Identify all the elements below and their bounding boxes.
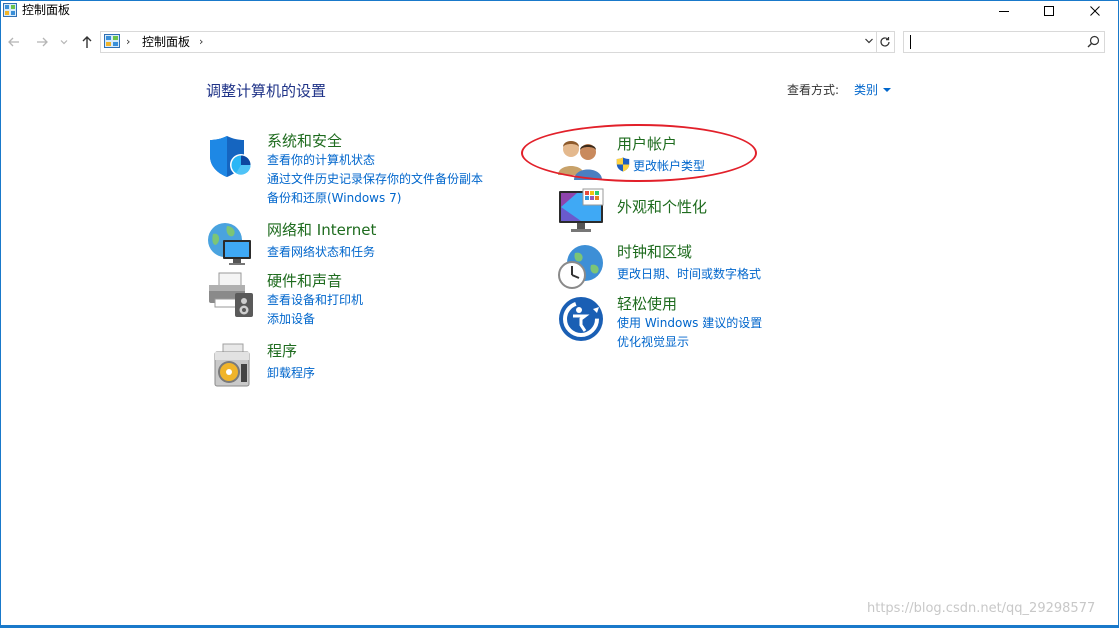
category-title-clock-region[interactable]: 时钟和区域	[617, 243, 692, 261]
chevron-down-icon	[60, 40, 68, 45]
category-title-ease-access[interactable]: 轻松使用	[617, 295, 677, 313]
title-bar: 控制面板	[1, 1, 1118, 25]
refresh-icon	[880, 37, 890, 47]
link-backup-restore[interactable]: 备份和还原(Windows 7)	[267, 190, 401, 206]
recent-locations-button[interactable]	[57, 32, 71, 52]
clock-globe-icon[interactable]	[557, 243, 605, 291]
back-button[interactable]	[4, 32, 24, 52]
minimize-icon	[999, 11, 1009, 12]
highlight-ellipse	[521, 124, 757, 182]
control-panel-icon	[3, 3, 17, 17]
link-devices-printers[interactable]: 查看设备和打印机	[267, 292, 363, 308]
ease-of-access-icon[interactable]	[557, 295, 605, 343]
back-arrow-icon	[8, 37, 19, 47]
link-windows-recommended-settings[interactable]: 使用 Windows 建议的设置	[617, 315, 762, 331]
text-caret	[910, 35, 911, 49]
window-bottom-border	[1, 625, 1118, 627]
forward-button[interactable]	[32, 32, 52, 52]
category-title-appearance[interactable]: 外观和个性化	[617, 198, 707, 216]
link-view-computer-status[interactable]: 查看你的计算机状态	[267, 152, 375, 168]
monitor-palette-icon[interactable]	[557, 187, 605, 235]
minimize-button[interactable]	[981, 1, 1027, 21]
link-uninstall-program[interactable]: 卸载程序	[267, 365, 315, 381]
search-box[interactable]	[903, 31, 1105, 53]
link-network-status[interactable]: 查看网络状态和任务	[267, 244, 375, 260]
link-change-date-time-format[interactable]: 更改日期、时间或数字格式	[617, 266, 761, 282]
close-button[interactable]	[1072, 1, 1118, 21]
forward-arrow-icon	[37, 37, 48, 47]
shield-icon[interactable]	[207, 132, 255, 180]
link-add-device[interactable]: 添加设备	[267, 311, 315, 327]
up-arrow-icon	[82, 36, 92, 48]
category-title-programs[interactable]: 程序	[267, 342, 297, 360]
view-by-label: 查看方式:	[787, 83, 840, 97]
link-file-history-backup[interactable]: 通过文件历史记录保存你的文件备份副本	[267, 171, 483, 187]
breadcrumb-separator-icon[interactable]: ›	[199, 35, 203, 48]
chevron-down-icon[interactable]	[864, 36, 874, 46]
close-icon	[1090, 6, 1100, 16]
control-panel-icon	[104, 34, 120, 48]
category-title-hardware[interactable]: 硬件和声音	[267, 272, 342, 290]
up-button[interactable]	[77, 32, 97, 52]
view-by-value[interactable]: 类别	[854, 81, 878, 99]
link-optimize-visual-display[interactable]: 优化视觉显示	[617, 334, 689, 350]
maximize-icon	[1044, 6, 1054, 16]
window-title: 控制面板	[22, 3, 71, 17]
network-globe-icon[interactable]	[207, 220, 255, 268]
view-by-dropdown[interactable]: 类别	[854, 81, 892, 99]
printer-speaker-icon[interactable]	[207, 271, 255, 319]
category-title-network[interactable]: 网络和 Internet	[267, 221, 376, 239]
dropdown-arrow-icon[interactable]	[883, 87, 892, 93]
category-title-system-security[interactable]: 系统和安全	[267, 132, 342, 150]
maximize-button[interactable]	[1026, 1, 1072, 21]
navigation-bar: › 控制面板 ›	[1, 28, 1118, 56]
control-panel-window: 控制面板 › 控制面板 › 调整计算机的设置 查看方式: 类别 系统和安全 查看…	[0, 0, 1119, 628]
programs-disc-icon[interactable]	[207, 342, 255, 390]
watermark-text: https://blog.csdn.net/qq_29298577	[867, 601, 1096, 616]
page-heading: 调整计算机的设置	[206, 82, 327, 100]
refresh-button[interactable]	[876, 31, 895, 53]
search-icon[interactable]	[1087, 35, 1100, 48]
address-bar[interactable]: › 控制面板 ›	[100, 31, 877, 53]
breadcrumb-separator-icon[interactable]: ›	[126, 35, 130, 48]
breadcrumb-control-panel[interactable]: 控制面板	[142, 34, 190, 50]
